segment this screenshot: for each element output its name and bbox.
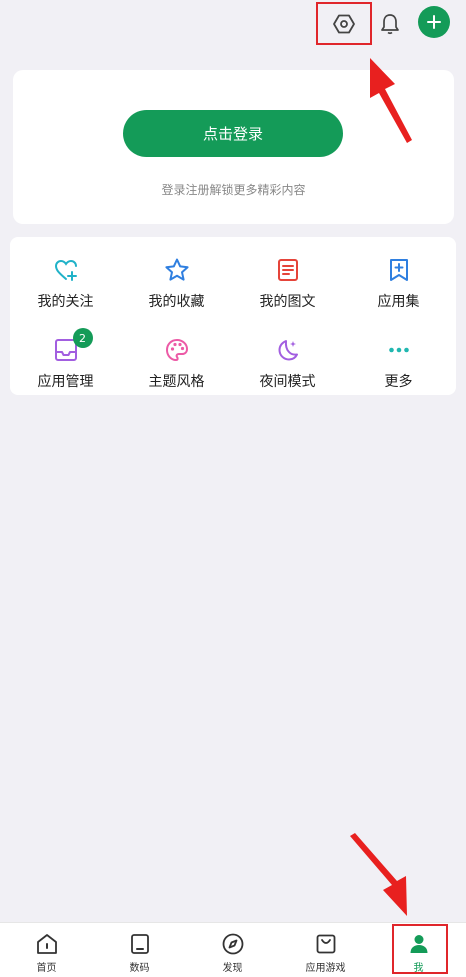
grid-item-theme[interactable]: 主题风格 xyxy=(121,323,232,397)
login-card: 点击登录 登录注册解锁更多精彩内容 xyxy=(13,70,454,224)
bookmark-plus-icon xyxy=(389,259,408,281)
top-bar xyxy=(0,0,466,48)
grid-item-label: 夜间模式 xyxy=(259,374,316,390)
bell-icon xyxy=(381,14,399,35)
nav-label: 首页 xyxy=(36,963,57,974)
grid-item-label: 我的关注 xyxy=(37,294,94,310)
tablet-icon xyxy=(130,934,149,954)
nav-digital[interactable]: 数码 xyxy=(93,923,186,977)
bag-icon xyxy=(316,934,335,954)
grid-item-night-mode[interactable]: 夜间模式 xyxy=(232,323,343,397)
document-icon xyxy=(277,259,298,281)
grid-item-label: 我的收藏 xyxy=(148,294,205,310)
grid-item-app-collections[interactable]: 应用集 xyxy=(343,243,454,317)
nav-home[interactable]: 首页 xyxy=(0,923,93,977)
settings-icon xyxy=(333,14,355,33)
login-hint: 登录注册解锁更多精彩内容 xyxy=(161,183,306,197)
arrow-to-me-tab xyxy=(350,833,407,916)
grid-item-posts[interactable]: 我的图文 xyxy=(232,243,343,317)
nav-label: 发现 xyxy=(222,963,243,974)
grid-item-label: 更多 xyxy=(384,374,413,390)
grid-item-label: 应用集 xyxy=(377,294,420,310)
grid-item-label: 应用管理 xyxy=(37,374,94,390)
more-dots-icon xyxy=(388,347,409,353)
grid-item-follows[interactable]: 我的关注 xyxy=(10,243,121,317)
moon-icon xyxy=(278,340,298,361)
settings-button[interactable] xyxy=(316,2,372,45)
heart-plus-icon xyxy=(54,259,77,281)
function-grid: 我的关注 我的收藏 我的图文 应用集 2 应用管理 主题风格 夜间模式 更多 xyxy=(10,237,456,395)
notifications-button[interactable] xyxy=(372,6,408,42)
nav-apps-games[interactable]: 应用游戏 xyxy=(279,923,372,977)
annotation-box-me-tab xyxy=(392,924,448,974)
compass-icon xyxy=(222,933,243,955)
grid-item-label: 我的图文 xyxy=(259,294,316,310)
update-count-badge: 2 xyxy=(72,328,93,348)
home-icon xyxy=(36,934,57,954)
add-icon xyxy=(427,15,441,29)
grid-item-favorites[interactable]: 我的收藏 xyxy=(121,243,232,317)
nav-label: 应用游戏 xyxy=(305,963,346,974)
grid-item-more[interactable]: 更多 xyxy=(343,323,454,397)
palette-icon xyxy=(165,338,188,362)
nav-label: 数码 xyxy=(129,963,150,974)
grid-item-label: 主题风格 xyxy=(148,374,205,390)
star-icon xyxy=(164,258,189,281)
login-button[interactable]: 点击登录 xyxy=(123,110,343,157)
grid-item-app-management[interactable]: 2 应用管理 xyxy=(10,323,121,397)
add-button[interactable] xyxy=(418,6,450,38)
nav-discover[interactable]: 发现 xyxy=(186,923,279,977)
